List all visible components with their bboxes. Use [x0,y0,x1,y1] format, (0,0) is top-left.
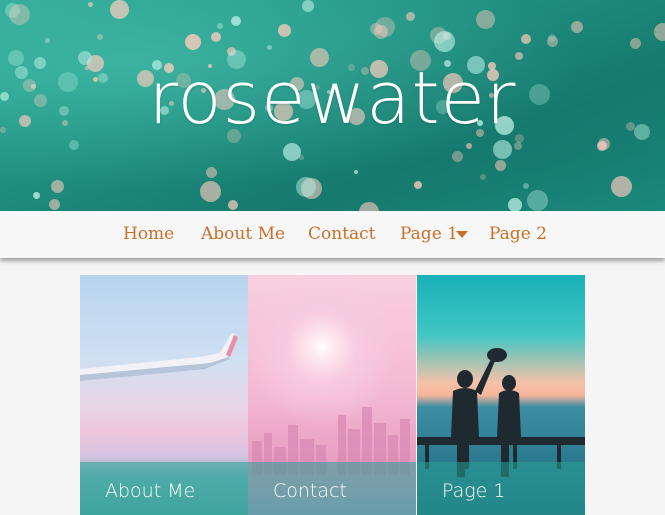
bokeh-dot [206,167,217,178]
bokeh-dot [571,21,583,33]
bokeh-dot [508,198,522,211]
bokeh-dot [523,183,529,189]
bokeh-dot [354,170,358,174]
bokeh-dot [200,181,221,202]
bokeh-dot [493,140,512,159]
bokeh-dot [414,181,422,189]
bokeh-dot [110,0,129,19]
bokeh-dot [514,142,522,150]
bokeh-dot [217,23,223,29]
bokeh-dot [33,192,40,199]
bokeh-dot [97,34,103,40]
bokeh-dot [597,141,607,151]
bokeh-dot [278,24,291,37]
bokeh-dot [480,174,486,180]
bokeh-dot [406,12,415,21]
bokeh-dot [654,23,665,41]
bokeh-dot [547,36,558,47]
bokeh-dot [231,16,241,26]
nav-contact[interactable]: Contact [308,211,376,258]
bokeh-dot [611,176,632,197]
bokeh-dot [211,32,221,42]
bokeh-dot [69,140,79,150]
bokeh-dot [267,45,272,50]
hero-banner: rosewater [0,0,665,211]
bokeh-dot [228,200,238,210]
bokeh-dot [45,38,50,43]
bokeh-dot [630,38,641,49]
bokeh-dot [527,190,548,211]
bokeh-dot [9,4,30,25]
bokeh-dot [302,0,314,12]
main-nav: Home About Me Contact Page 1 Page 2 [0,211,665,258]
card-contact[interactable]: Contact [248,275,416,515]
bokeh-dot [185,34,201,50]
nav-about-me[interactable]: About Me [201,211,285,258]
card-page-1[interactable]: Page 1 [417,275,585,515]
bokeh-dot [521,34,531,44]
card-label: Contact [273,480,347,502]
bokeh-dot [466,143,472,149]
nav-page-2[interactable]: Page 2 [489,211,547,258]
chevron-down-icon[interactable] [456,231,468,238]
bokeh-dot [495,160,506,171]
bokeh-dot [49,199,60,210]
site-title[interactable]: rosewater [0,56,665,140]
bokeh-dot [283,143,301,161]
bokeh-dot [296,177,316,197]
bokeh-dot [434,31,455,52]
card-label: About Me [105,480,196,502]
bokeh-dot [51,180,64,193]
card-label: Page 1 [442,480,506,502]
bokeh-dot [452,151,463,162]
airplane-wing-image [80,333,238,381]
bokeh-dot [88,2,93,7]
card-about-me[interactable]: About Me [80,275,248,515]
nav-home[interactable]: Home [123,211,174,258]
feature-cards: About Me Contact Page 1 [80,275,585,515]
nav-page-1[interactable]: Page 1 [400,211,458,258]
bokeh-dot [476,10,495,29]
bokeh-dot [374,25,388,39]
bokeh-dot [359,202,379,211]
